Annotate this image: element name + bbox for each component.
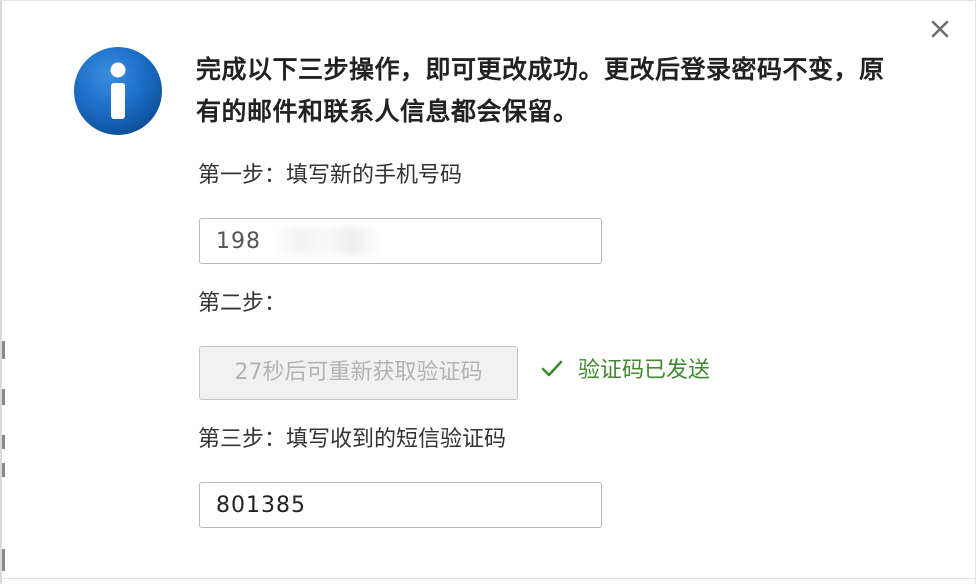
step1-label: 第一步：填写新的手机号码 (198, 163, 463, 188)
resend-code-button[interactable]: 27秒后可重新获取验证码 (199, 346, 518, 400)
left-edge-mark (2, 549, 5, 571)
close-icon[interactable] (924, 13, 956, 45)
code-sent-status: 验证码已发送 (578, 358, 711, 383)
change-phone-dialog: 完成以下三步操作，即可更改成功。更改后登录密码不变，原有的邮件和联系人信息都会保… (0, 0, 976, 584)
dialog-divider (2, 578, 975, 579)
check-icon (541, 360, 563, 377)
close-button[interactable] (924, 13, 956, 45)
left-edge-mark (2, 389, 5, 405)
phone-input[interactable] (199, 218, 602, 264)
step2-label: 第二步： (198, 291, 287, 316)
step3-label: 第三步：填写收到的短信验证码 (198, 427, 507, 452)
left-edge-mark (2, 435, 5, 449)
sms-code-input[interactable] (199, 482, 602, 528)
info-icon (74, 47, 162, 135)
dialog-message: 完成以下三步操作，即可更改成功。更改后登录密码不变，原有的邮件和联系人信息都会保… (196, 55, 885, 126)
left-edge-mark (2, 341, 5, 359)
left-edge-mark (2, 463, 5, 477)
